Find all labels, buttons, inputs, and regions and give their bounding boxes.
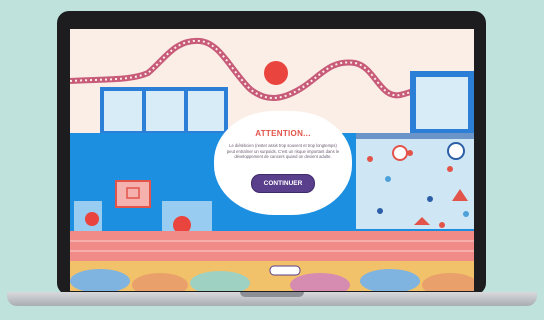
sun-ball bbox=[264, 61, 288, 85]
attention-dialog: ATTENTION... Le diététicien (rester assi… bbox=[214, 111, 352, 215]
dialog-message: Le diététicien (rester assis trop souven… bbox=[226, 143, 340, 159]
dialog-title: ATTENTION... bbox=[255, 129, 311, 138]
running-track bbox=[70, 231, 474, 263]
bottom-badge bbox=[269, 265, 301, 276]
laptop-notch bbox=[240, 292, 304, 297]
basketball-board bbox=[115, 180, 151, 208]
game-screen[interactable]: ATTENTION... Le diététicien (rester assi… bbox=[70, 29, 474, 291]
continue-button[interactable]: CONTINUER bbox=[251, 174, 315, 193]
